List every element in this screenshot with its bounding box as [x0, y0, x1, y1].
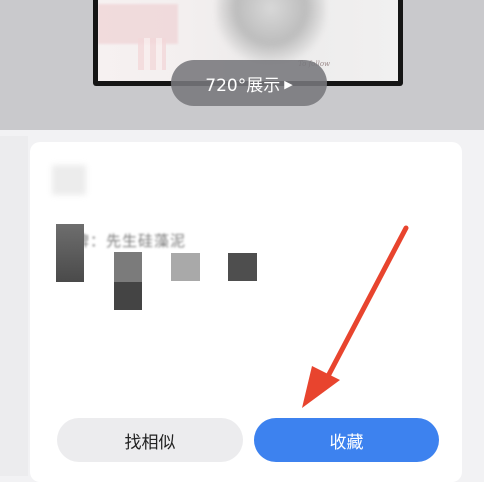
- favorite-button[interactable]: 收藏: [254, 418, 439, 462]
- redaction-mosaic: [171, 253, 200, 281]
- redaction-mosaic: [56, 224, 84, 282]
- product-preview-area: To follow 720°展示 ▶: [0, 0, 484, 130]
- view-720-label: 720°展示: [205, 75, 281, 96]
- adjacent-card-edge: [0, 136, 28, 476]
- play-triangle-icon: ▶: [284, 77, 293, 91]
- redaction-mosaic: [114, 252, 142, 282]
- find-similar-button[interactable]: 找相似: [57, 418, 243, 462]
- redaction-mosaic: [114, 282, 142, 310]
- image-pattern: [138, 38, 166, 70]
- redaction-mosaic: [228, 253, 257, 281]
- view-720-button[interactable]: 720°展示 ▶: [171, 60, 327, 106]
- blurred-title: [52, 165, 86, 195]
- image-figure: [216, 0, 326, 64]
